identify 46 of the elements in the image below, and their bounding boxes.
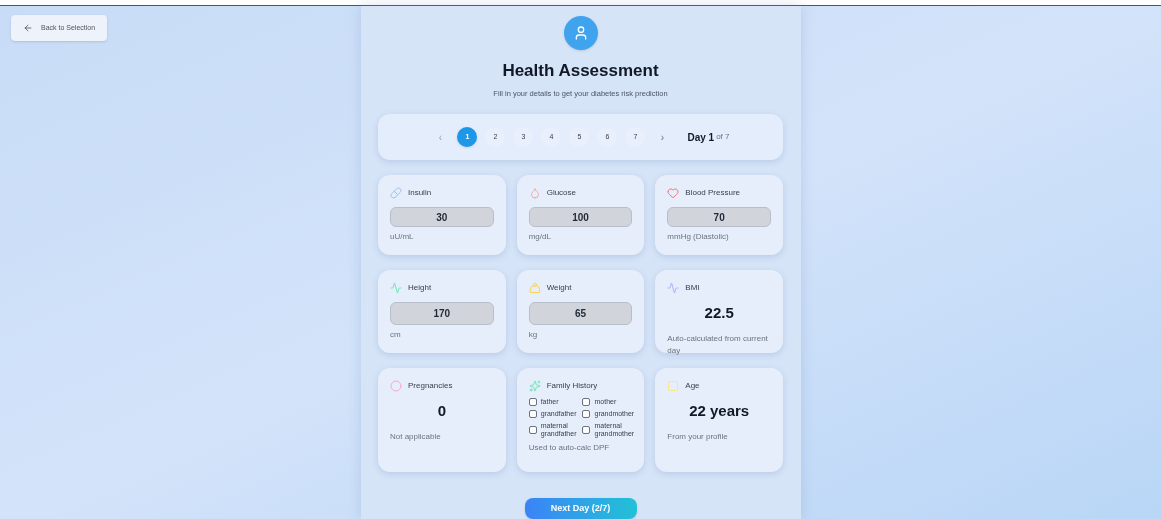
- square-icon: [667, 380, 680, 393]
- card-label: Pregnancies: [408, 380, 453, 393]
- unit-text: cm: [390, 329, 402, 342]
- heart-icon: [667, 187, 680, 200]
- card-label: Insulin: [408, 187, 432, 200]
- card-label: Family History: [546, 380, 598, 393]
- checkbox[interactable]: [582, 398, 591, 407]
- sparkle-icon: [528, 380, 541, 393]
- card-label: Glucose: [546, 187, 576, 200]
- number-field[interactable]: 30: [390, 207, 494, 228]
- unit-text: uU/mL: [390, 231, 415, 244]
- next-page-button[interactable]: ›: [653, 129, 672, 145]
- circle-icon: [390, 380, 402, 393]
- number-field[interactable]: 65: [528, 302, 633, 326]
- card-label: Weight: [546, 282, 572, 295]
- page-title: Health Assessment: [502, 62, 659, 79]
- pill-icon: [390, 187, 402, 200]
- checkbox[interactable]: [582, 410, 591, 419]
- number-field[interactable]: 170: [390, 302, 494, 326]
- back-arrow-icon: [23, 23, 33, 33]
- day-total: of 7: [716, 131, 730, 144]
- card-label: BMI: [685, 282, 700, 295]
- checkbox[interactable]: [528, 426, 537, 435]
- card-label: Age: [685, 380, 700, 393]
- checkbox[interactable]: [528, 410, 537, 419]
- number-field[interactable]: 70: [667, 207, 771, 228]
- value-text: 22.5: [704, 303, 734, 324]
- unit-text: mg/dL: [528, 231, 552, 244]
- unit-text: kg: [528, 329, 539, 342]
- weight-icon: [528, 282, 541, 295]
- value-text: 22 years: [689, 401, 750, 422]
- value-text: 0: [437, 401, 446, 422]
- pulse-icon: [390, 282, 402, 295]
- note-text: Used to auto-calc DPF: [528, 442, 611, 455]
- card-label: Height: [408, 282, 432, 295]
- number-field[interactable]: 100: [528, 207, 633, 228]
- note-text: From your profile: [667, 430, 729, 443]
- note-text: Auto-calculated from current day: [667, 332, 769, 357]
- checkbox[interactable]: [582, 426, 591, 435]
- day-label: Day 1: [687, 130, 715, 145]
- unit-text: mmHg (Diastolic): [667, 231, 730, 244]
- droplet-icon: [528, 187, 541, 200]
- checkbox[interactable]: [528, 398, 537, 407]
- pulse-icon: [667, 282, 680, 295]
- note-text: Not applicable: [390, 430, 442, 443]
- card-label: Blood Pressure: [685, 187, 741, 200]
